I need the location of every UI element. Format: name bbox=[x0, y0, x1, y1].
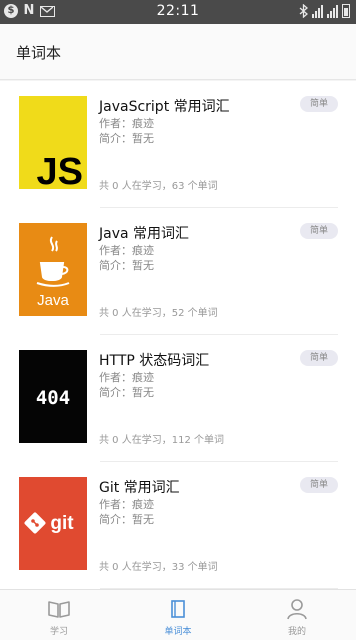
status-bar: $ N 22:11 bbox=[0, 0, 356, 24]
wordbook-card-java[interactable]: Java Java 常用词汇 作者：痕迹 简介：暂无 共 0 人在学习，52 个… bbox=[0, 208, 356, 335]
book-author: 作者：痕迹 bbox=[99, 244, 154, 257]
user-icon bbox=[287, 599, 307, 620]
book-title: JavaScript 常用词汇 bbox=[99, 99, 230, 115]
bottom-tab-bar: 学习 单词本 我的 bbox=[0, 589, 356, 640]
book-title: Git 常用词汇 bbox=[99, 480, 180, 496]
difficulty-tag: 简单 bbox=[300, 96, 338, 112]
wordbook-card-git[interactable]: git Git 常用词汇 作者：痕迹 简介：暂无 共 0 人在学习，33 个单词… bbox=[0, 462, 356, 589]
wordbook-icon bbox=[171, 600, 185, 618]
book-count: 共 0 人在学习，52 个单词 bbox=[99, 308, 218, 319]
book-author: 作者：痕迹 bbox=[99, 371, 154, 384]
app-header: 单词本 bbox=[0, 24, 356, 80]
cover-javascript: JS bbox=[19, 96, 87, 189]
tab-study[interactable]: 学习 bbox=[0, 590, 118, 640]
cover-java: Java bbox=[19, 223, 87, 316]
book-count: 共 0 人在学习，112 个单词 bbox=[99, 435, 224, 446]
book-open-icon bbox=[48, 601, 70, 618]
difficulty-tag: 简单 bbox=[300, 350, 338, 366]
tab-label: 学习 bbox=[49, 627, 68, 637]
book-author: 作者：痕迹 bbox=[99, 498, 154, 511]
cover-text-404: 404 bbox=[36, 387, 70, 409]
wordbook-card-javascript[interactable]: JS JavaScript 常用词汇 作者：痕迹 简介：暂无 共 0 人在学习，… bbox=[0, 81, 356, 208]
signal-icon bbox=[312, 4, 323, 18]
tab-profile[interactable]: 我的 bbox=[238, 590, 356, 640]
difficulty-tag: 简单 bbox=[300, 223, 338, 239]
book-intro: 简介：暂无 bbox=[99, 132, 154, 145]
book-count: 共 0 人在学习，33 个单词 bbox=[99, 562, 218, 573]
book-intro: 简介：暂无 bbox=[99, 259, 154, 272]
book-count: 共 0 人在学习，63 个单词 bbox=[99, 181, 218, 192]
page-title: 单词本 bbox=[16, 44, 62, 62]
wordbook-list[interactable]: JS JavaScript 常用词汇 作者：痕迹 简介：暂无 共 0 人在学习，… bbox=[0, 81, 356, 589]
book-title: Java 常用词汇 bbox=[99, 226, 190, 242]
tab-label: 我的 bbox=[287, 627, 306, 637]
book-title: HTTP 状态码词汇 bbox=[99, 353, 210, 369]
battery-icon bbox=[342, 4, 350, 18]
tab-wordbook[interactable]: 单词本 bbox=[119, 590, 237, 640]
cover-http: 404 bbox=[19, 350, 87, 443]
signal-2-icon bbox=[327, 4, 338, 18]
cover-text-git: git bbox=[50, 513, 74, 534]
wordbook-card-http[interactable]: 404 HTTP 状态码词汇 作者：痕迹 简介：暂无 共 0 人在学习，112 … bbox=[0, 335, 356, 462]
cover-text-java: Java bbox=[37, 292, 69, 309]
difficulty-tag: 简单 bbox=[300, 477, 338, 493]
bluetooth-icon bbox=[299, 4, 308, 18]
cover-git: git bbox=[19, 477, 87, 570]
book-intro: 简介：暂无 bbox=[99, 386, 154, 399]
tab-label: 单词本 bbox=[164, 627, 192, 637]
status-right-icons bbox=[299, 4, 350, 18]
book-intro: 简介：暂无 bbox=[99, 513, 154, 526]
book-author: 作者：痕迹 bbox=[99, 117, 154, 130]
cover-text-js: JS bbox=[37, 151, 83, 189]
